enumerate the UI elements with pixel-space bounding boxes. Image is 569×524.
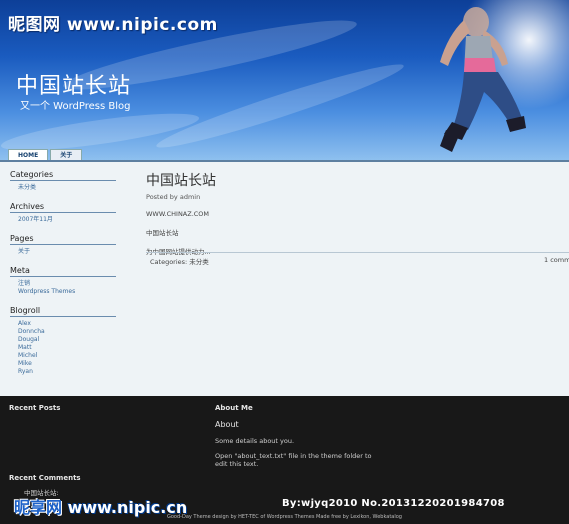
sidebar: Categories 未分类 Archives 2007年11月 Pages 关… <box>10 170 120 376</box>
post-divider <box>146 252 569 253</box>
blogroll-link[interactable]: Mike <box>18 360 120 368</box>
archives-list: 2007年11月 <box>18 216 120 224</box>
meta-list: 注销 Wordpress Themes <box>18 280 120 296</box>
blogroll-link[interactable]: Matt <box>18 344 120 352</box>
post-text-line: 为中国网站提供动力... <box>146 248 211 256</box>
site-title[interactable]: 中国站长站 <box>16 68 131 100</box>
blogroll-list: Alex Donncha Dougal Matt Michel Mike Rya… <box>18 320 120 376</box>
footer-heading-about-me: About Me <box>215 404 253 412</box>
sidebar-heading-pages: Pages <box>10 234 116 245</box>
sidebar-link-archive[interactable]: 2007年11月 <box>18 216 120 224</box>
blogroll-link[interactable]: Michel <box>18 352 120 360</box>
post-comments-link[interactable]: 1 comm <box>544 256 569 264</box>
sidebar-heading-archives: Archives <box>10 202 116 213</box>
footer-heading-recent-comments: Recent Comments <box>9 474 81 482</box>
jumping-person-image <box>440 7 526 152</box>
blogroll-link[interactable]: Alex <box>18 320 120 328</box>
header-banner: 昵图网 www.nipic.com 中国站长站 又一个 WordPress Bl… <box>0 0 569 160</box>
tab-about[interactable]: 关于 <box>50 149 83 160</box>
blogroll-link[interactable]: Donncha <box>18 328 120 336</box>
main-post: 中国站长站 Posted by admin WWW.CHINAZ.COM 中国站… <box>146 170 569 266</box>
post-text-line: WWW.CHINAZ.COM <box>146 210 210 218</box>
post-title[interactable]: 中国站长站 <box>146 170 569 190</box>
post-meta: Posted by admin <box>146 193 201 201</box>
tab-home[interactable]: HOME <box>8 149 49 160</box>
post-text-line: 中国站长站 <box>146 229 179 237</box>
nav-tabs: HOME 关于 <box>8 149 84 160</box>
sidebar-heading-categories: Categories <box>10 170 116 181</box>
post-categories[interactable]: Categories: 未分类 <box>150 256 209 266</box>
watermark-brand: 昵享网 <box>14 498 63 517</box>
watermark-url: www.nipic.cn <box>67 498 188 517</box>
blogroll-link[interactable]: Dougal <box>18 336 120 344</box>
watermark-top: 昵图网 www.nipic.com <box>8 15 218 35</box>
pages-list: 关于 <box>18 248 120 256</box>
sidebar-link-page[interactable]: 关于 <box>18 248 120 256</box>
footer-heading-recent-posts: Recent Posts <box>9 404 61 412</box>
sidebar-link-category[interactable]: 未分类 <box>18 184 120 192</box>
sidebar-heading-blogroll: Blogroll <box>10 306 116 317</box>
footer-about-text: Some details about you. <box>215 437 295 445</box>
sidebar-link-wordpress-themes[interactable]: Wordpress Themes <box>18 288 120 296</box>
blogroll-link[interactable]: Ryan <box>18 368 120 376</box>
footer-about-heading: About <box>215 420 239 429</box>
watermark-id: By:wjyq2010 No.20131220201984708 <box>282 498 505 509</box>
site-description: 又一个 WordPress Blog <box>20 101 131 112</box>
categories-list: 未分类 <box>18 184 120 192</box>
sidebar-link-logout[interactable]: 注销 <box>18 280 120 288</box>
footer-about-text: Open "about_text.txt" file in the theme … <box>215 452 372 468</box>
watermark-bottom: 昵享网 www.nipic.cn <box>14 494 187 518</box>
sidebar-heading-meta: Meta <box>10 266 116 277</box>
